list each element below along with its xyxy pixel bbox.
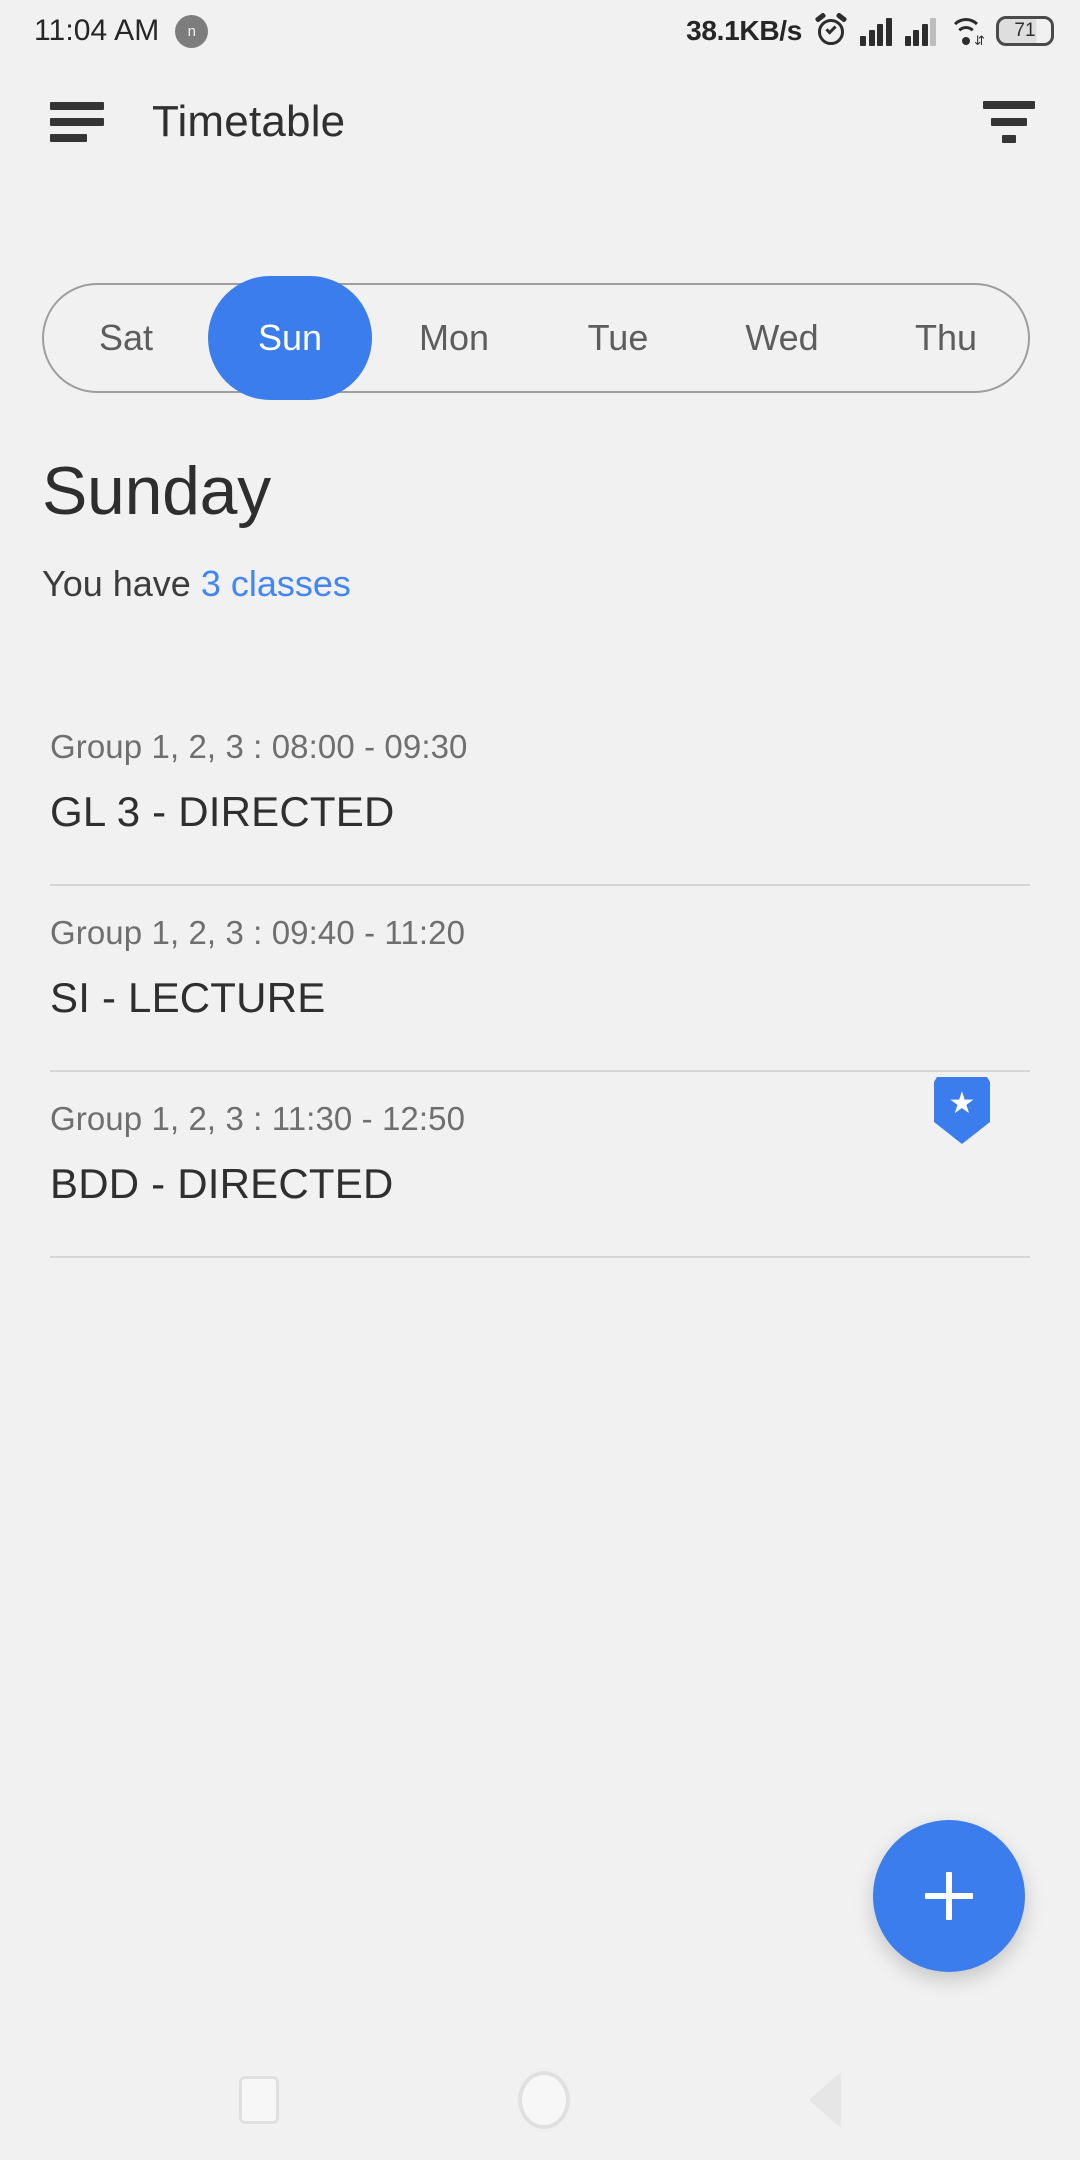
android-navigation-bar: [0, 2040, 1080, 2160]
status-bar-left: 11:04 AM n: [34, 14, 209, 48]
class-count-line: You have 3 classes: [42, 563, 351, 605]
app-bar: Timetable: [0, 62, 1080, 182]
selected-day-title: Sunday: [42, 453, 271, 529]
class-count-value: 3 classes: [200, 563, 351, 604]
hamburger-menu-icon[interactable]: [50, 102, 104, 142]
class-name: SI - LECTURE: [50, 974, 326, 1021]
class-name: GL 3 - DIRECTED: [50, 788, 395, 835]
signal-icon-2: [904, 16, 936, 46]
network-speed-label: 38.1KB/s: [686, 15, 802, 46]
battery-level-label: 71: [1014, 20, 1036, 41]
status-bar-right: 38.1KB/s ⇵ 71: [686, 12, 1054, 47]
class-count-prefix: You have: [42, 563, 201, 604]
page-title: Timetable: [152, 97, 346, 146]
class-list: Group 1, 2, 3 : 08:00 - 09:30 GL 3 - DIR…: [0, 700, 1080, 1258]
day-chip-wed[interactable]: Wed: [700, 283, 864, 393]
home-circle-icon[interactable]: [517, 2071, 570, 2129]
class-list-item-2[interactable]: Group 1, 2, 3 : 09:40 - 11:20 SI - LECTU…: [0, 886, 1080, 1070]
plus-icon: [925, 1872, 973, 1920]
filter-icon[interactable]: [982, 101, 1036, 143]
status-bar: 11:04 AM n 38.1KB/s ⇵ 71: [0, 0, 1080, 62]
day-chip-thu[interactable]: Thu: [864, 283, 1028, 393]
class-name: BDD - DIRECTED: [50, 1160, 394, 1207]
list-divider: [50, 1256, 1030, 1258]
class-meta: Group 1, 2, 3 : 09:40 - 11:20: [50, 914, 466, 951]
battery-icon: 71: [996, 16, 1054, 46]
status-clock: 11:04 AM: [34, 14, 160, 47]
recents-square-icon[interactable]: [239, 2076, 280, 2124]
notification-badge-icon: n: [175, 14, 209, 48]
add-class-fab[interactable]: [873, 1820, 1025, 1972]
day-chip-sat[interactable]: Sat: [44, 283, 208, 393]
alarm-icon: [814, 12, 848, 47]
class-list-item-1[interactable]: Group 1, 2, 3 : 08:00 - 09:30 GL 3 - DIR…: [0, 700, 1080, 884]
signal-icon-1: [860, 16, 892, 46]
day-chip-tue[interactable]: Tue: [536, 283, 700, 393]
star-badge-icon[interactable]: ★: [934, 1076, 990, 1144]
back-triangle-icon[interactable]: [808, 2072, 841, 2128]
star-glyph: ★: [948, 1087, 976, 1120]
class-list-item-3[interactable]: ★ Group 1, 2, 3 : 11:30 - 12:50 BDD - DI…: [0, 1072, 1080, 1256]
wifi-icon: ⇵: [949, 16, 985, 47]
day-selector: Sat Sun Mon Tue Wed Thu: [42, 276, 1030, 400]
day-chip-mon[interactable]: Mon: [372, 283, 536, 393]
class-meta: Group 1, 2, 3 : 08:00 - 09:30: [50, 728, 468, 765]
day-chip-sun[interactable]: Sun: [208, 276, 372, 400]
class-meta: Group 1, 2, 3 : 11:30 - 12:50: [50, 1100, 466, 1137]
